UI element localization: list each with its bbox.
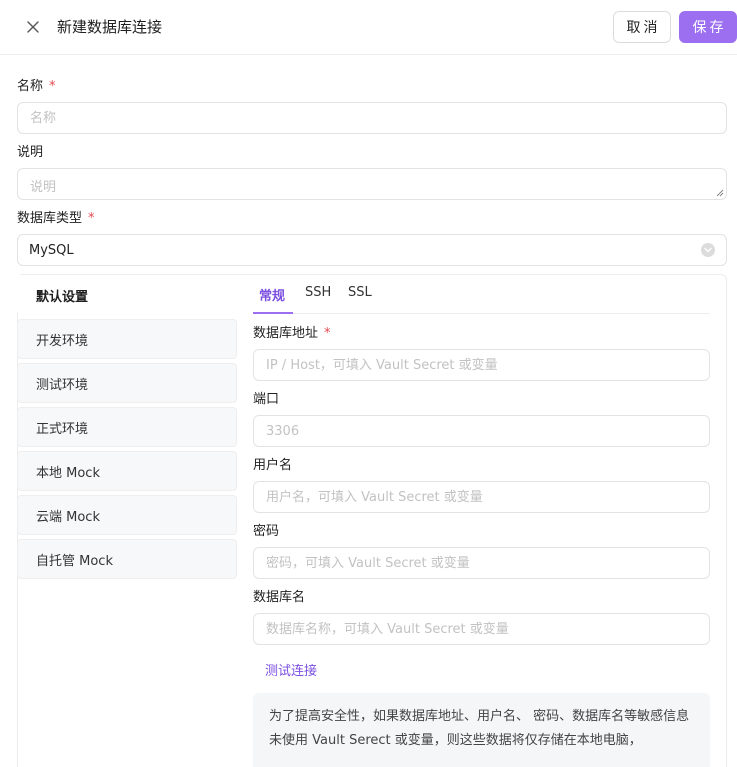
tab-ssh[interactable]: SSH — [305, 285, 331, 307]
resize-handle-icon[interactable] — [714, 187, 724, 197]
required-mark: * — [88, 211, 95, 226]
password-input[interactable] — [253, 547, 710, 579]
env-item-dev[interactable]: 开发环境 — [17, 319, 237, 359]
tab-divider — [253, 313, 710, 314]
env-item-test[interactable]: 测试环境 — [17, 363, 237, 403]
host-label: 数据库地址 * — [253, 325, 331, 343]
port-label: 端口 — [253, 392, 280, 407]
port-input[interactable] — [253, 415, 710, 447]
tab-general[interactable]: 常规 — [259, 285, 285, 307]
dialog-header: 新建数据库连接 取消 保存 — [0, 0, 737, 55]
env-item-local-mock[interactable]: 本地 Mock — [17, 451, 237, 491]
save-button[interactable]: 保存 — [679, 11, 737, 43]
chevron-down-icon — [701, 243, 715, 257]
user-input[interactable] — [253, 481, 710, 513]
env-item-default[interactable]: 默认设置 — [17, 275, 237, 315]
db-type-label: 数据库类型 * — [17, 210, 95, 228]
tab-ssl[interactable]: SSL — [348, 285, 372, 307]
desc-textarea[interactable] — [17, 168, 727, 200]
host-label-text: 数据库地址 — [253, 326, 319, 341]
active-tab-indicator — [253, 312, 293, 314]
required-mark: * — [324, 326, 331, 341]
name-label-text: 名称 — [17, 79, 44, 94]
host-input[interactable] — [253, 349, 710, 381]
dbname-label: 数据库名 — [253, 590, 306, 605]
db-type-value: MySQL — [29, 242, 74, 258]
env-item-selfhosted-mock[interactable]: 自托管 Mock — [17, 539, 237, 579]
name-label: 名称 * — [17, 78, 56, 96]
close-button[interactable] — [22, 16, 44, 38]
password-label: 密码 — [253, 524, 280, 539]
required-mark: * — [49, 79, 56, 94]
close-icon — [27, 21, 39, 33]
dbname-input[interactable] — [253, 613, 710, 645]
cancel-button[interactable]: 取消 — [613, 11, 671, 43]
page-title: 新建数据库连接 — [57, 18, 163, 36]
env-item-prod[interactable]: 正式环境 — [17, 407, 237, 447]
env-item-cloud-mock[interactable]: 云端 Mock — [17, 495, 237, 535]
test-connection-link[interactable]: 测试连接 — [265, 660, 317, 679]
name-input[interactable] — [17, 102, 727, 134]
security-notice: 为了提高安全性，如果数据库地址、用户名、 密码、数据库名等敏感信息未使用 Vau… — [253, 693, 710, 767]
desc-label: 说明 — [17, 145, 44, 160]
db-type-label-text: 数据库类型 — [17, 211, 83, 226]
user-label: 用户名 — [253, 458, 293, 473]
db-type-select[interactable]: MySQL — [17, 234, 727, 266]
